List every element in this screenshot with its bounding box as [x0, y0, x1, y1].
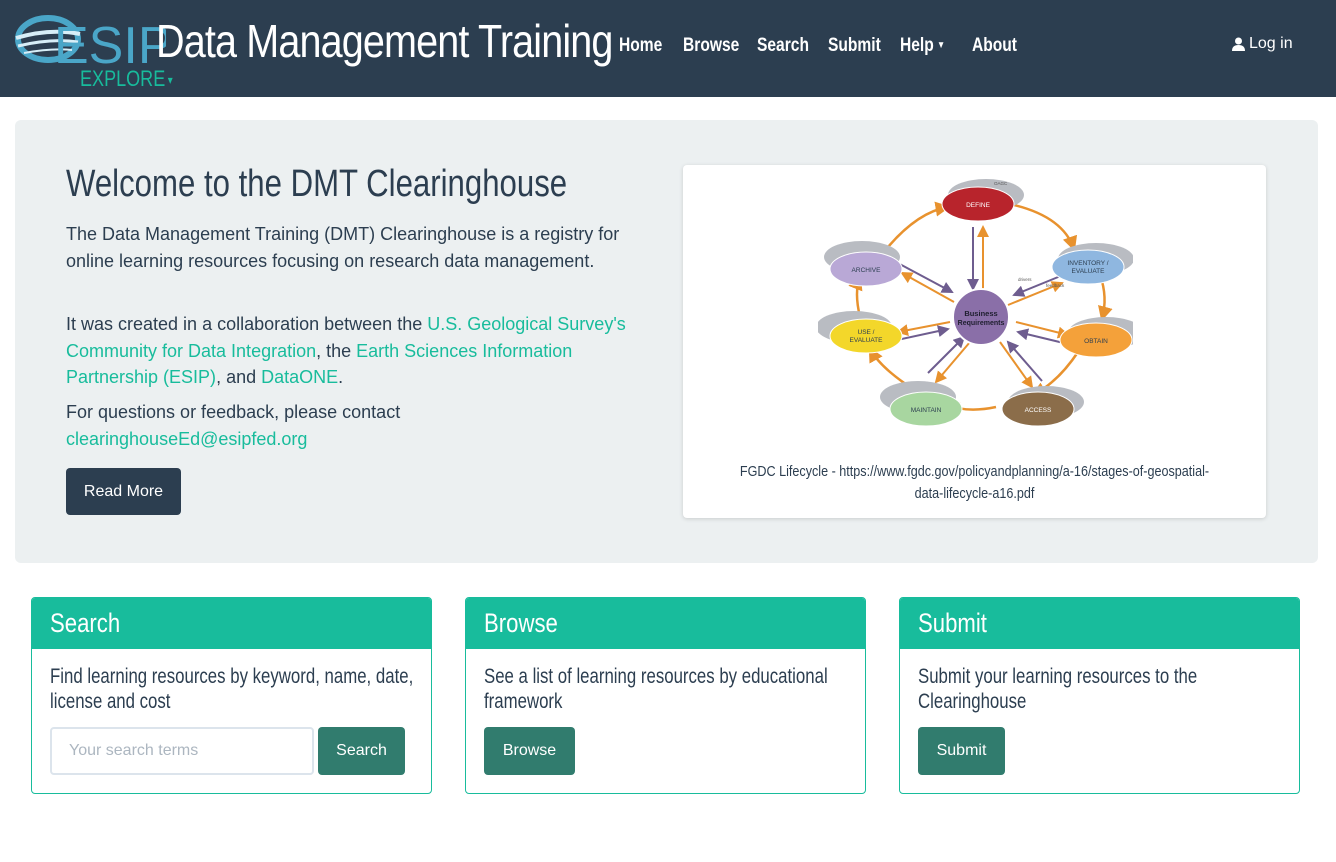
- search-panel-title: Search: [50, 608, 121, 638]
- search-panel-description: Find learning resources by keyword, name…: [50, 665, 414, 713]
- page-title: Welcome to the DMT Clearinghouse: [66, 163, 568, 205]
- edge-label-drivers: drivers: [1018, 277, 1032, 282]
- explore-label: EXPLORE: [80, 66, 166, 91]
- user-icon: [1232, 37, 1245, 51]
- center-label-2: Requirements: [958, 320, 1005, 327]
- collab-text-end: .: [338, 367, 344, 387]
- search-input[interactable]: [50, 727, 314, 775]
- submit-panel-header: Submit: [900, 598, 1299, 649]
- nav-home[interactable]: Home: [619, 35, 662, 57]
- collab-text-prefix: It was created in a collaboration betwee…: [66, 314, 428, 334]
- browse-panel-header: Browse: [466, 598, 865, 649]
- submit-button[interactable]: Submit: [918, 727, 1005, 775]
- collaboration-paragraph: It was created in a collaboration betwee…: [66, 311, 646, 391]
- stage-maintain-label: MAINTAIN: [911, 407, 942, 414]
- search-button[interactable]: Search: [318, 727, 405, 775]
- nav-help[interactable]: Help ▼: [900, 35, 945, 57]
- caret-down-icon: ▾: [167, 73, 173, 88]
- fgdc-lifecycle-diagram: DEFINE INVENTORY / EVALUATE OBTAIN ACCES…: [818, 179, 1133, 427]
- figure-caption-text: FGDC Lifecycle - https://www.fgdc.gov/po…: [739, 463, 1210, 502]
- submit-panel: Submit Submit your learning resources to…: [899, 597, 1300, 794]
- stage-inventory-label-2: EVALUATE: [1072, 268, 1106, 275]
- collab-text-and: , and: [216, 367, 262, 387]
- stage-use-label-1: USE /: [858, 329, 875, 336]
- browse-panel-title: Browse: [484, 608, 558, 638]
- edge-label-feedback: feedback: [1046, 283, 1065, 288]
- figure-caption: FGDC Lifecycle - https://www.fgdc.gov/po…: [693, 461, 1256, 505]
- search-panel-header: Search: [32, 598, 431, 649]
- caret-down-icon: ▼: [937, 40, 946, 52]
- stage-inventory-label-1: INVENTORY /: [1067, 260, 1108, 267]
- navbar: ESIP Data Management Training EXPLORE ▾ H…: [0, 0, 1336, 97]
- browse-panel: Browse See a list of learning resources …: [465, 597, 866, 794]
- stage-use-label-2: EVALUATE: [850, 337, 884, 344]
- nav-submit[interactable]: Submit: [828, 35, 881, 57]
- center-label-1: Business: [964, 309, 997, 318]
- nav-about[interactable]: About: [972, 35, 1017, 57]
- search-panel: Search Find learning resources by keywor…: [31, 597, 432, 794]
- contact-email-link[interactable]: clearinghouseEd@esipfed.org: [66, 429, 307, 449]
- stage-define-label: DEFINE: [966, 202, 991, 209]
- submit-panel-title: Submit: [918, 608, 987, 638]
- lifecycle-figure-card: DEFINE INVENTORY / EVALUATE OBTAIN ACCES…: [683, 165, 1266, 518]
- login-link[interactable]: Log in: [1232, 35, 1293, 53]
- stage-archive-label: ARCHIVE: [852, 267, 882, 274]
- submit-panel-description: Submit your learning resources to the Cl…: [918, 665, 1198, 713]
- brand-title[interactable]: Data Management Training: [156, 14, 613, 68]
- node-label-oagc: OAGC: [994, 181, 1008, 186]
- stage-access-label: ACCESS: [1025, 407, 1052, 414]
- explore-dropdown[interactable]: EXPLORE ▾: [80, 66, 173, 92]
- nav-help-label: Help: [900, 35, 934, 56]
- contact-text: For questions or feedback, please contac…: [66, 402, 401, 422]
- dataone-link[interactable]: DataONE: [261, 367, 338, 387]
- nav-browse[interactable]: Browse: [683, 35, 739, 57]
- read-more-button[interactable]: Read More: [66, 468, 181, 515]
- browse-button[interactable]: Browse: [484, 727, 575, 775]
- stage-obtain-label: OBTAIN: [1084, 338, 1108, 345]
- contact-paragraph: For questions or feedback, please contac…: [66, 399, 646, 452]
- login-label: Log in: [1249, 35, 1293, 52]
- collab-text-mid: , the: [316, 340, 357, 361]
- nav-search[interactable]: Search: [757, 35, 809, 57]
- browse-panel-description: See a list of learning resources by educ…: [484, 665, 828, 713]
- intro-paragraph: The Data Management Training (DMT) Clear…: [66, 224, 620, 271]
